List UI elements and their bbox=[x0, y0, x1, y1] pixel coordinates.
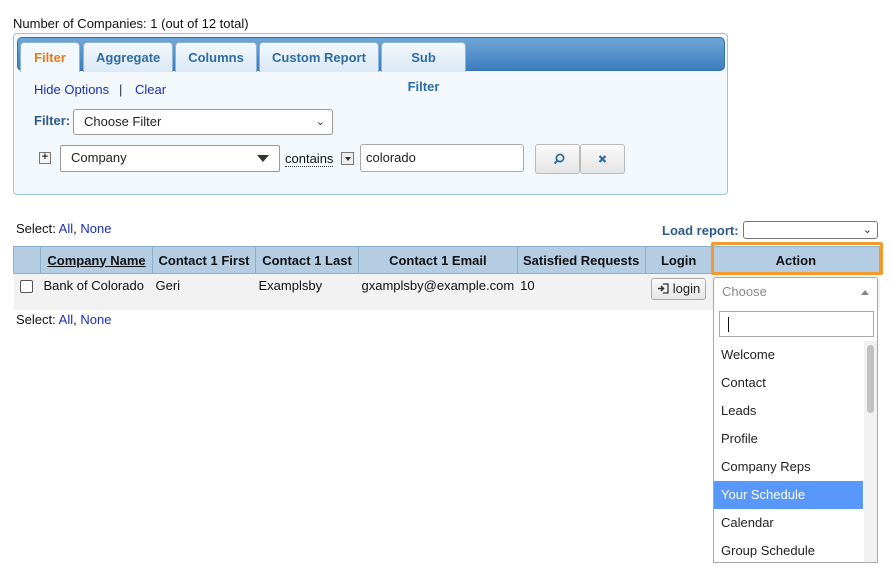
x-icon bbox=[598, 155, 607, 163]
sign-in-icon bbox=[658, 283, 669, 294]
column-header-company[interactable]: Company Name bbox=[40, 246, 153, 274]
option-welcome[interactable]: Welcome bbox=[714, 341, 863, 369]
tab-filter[interactable]: Filter bbox=[20, 42, 80, 72]
tab-sub-filter[interactable]: Sub Filter bbox=[381, 42, 466, 94]
select-comma: , bbox=[73, 312, 77, 327]
tab-bar: Filter Aggregate Columns Custom Report S… bbox=[17, 37, 725, 94]
option-contact[interactable]: Contact bbox=[714, 369, 863, 397]
column-header-contact-email[interactable]: Contact 1 Email bbox=[358, 246, 518, 274]
select-label: Select: bbox=[16, 312, 56, 327]
tab-aggregate[interactable]: Aggregate bbox=[83, 42, 173, 72]
column-header-contact-last[interactable]: Contact 1 Last bbox=[255, 246, 359, 274]
cell-requests: 10 bbox=[517, 273, 646, 310]
login-button-label: login bbox=[672, 281, 701, 296]
column-header-satisfied-requests[interactable]: Satisfied Requests bbox=[516, 246, 646, 274]
scroll-thumb[interactable] bbox=[867, 345, 874, 413]
field-select-value: Company bbox=[71, 150, 127, 165]
search-button[interactable] bbox=[535, 144, 580, 174]
caret-down-icon bbox=[257, 155, 269, 162]
option-leads[interactable]: Leads bbox=[714, 397, 863, 425]
filter-panel: Filter Aggregate Columns Custom Report S… bbox=[13, 33, 728, 195]
option-list: Welcome Contact Leads Profile Company Re… bbox=[714, 341, 863, 562]
operator-label[interactable]: contains bbox=[285, 151, 334, 167]
tab-columns[interactable]: Columns bbox=[175, 42, 257, 72]
company-count: Number of Companies: 1 (out of 12 total) bbox=[13, 16, 249, 31]
select-none-link[interactable]: None bbox=[80, 221, 111, 236]
action-dropdown-menu: Welcome Contact Leads Profile Company Re… bbox=[713, 305, 878, 563]
select-controls-top: Select: All, None bbox=[16, 221, 111, 236]
choose-filter-value: Choose Filter bbox=[84, 114, 162, 129]
select-comma: , bbox=[73, 221, 77, 236]
filter-value-input[interactable]: colorado bbox=[360, 144, 524, 172]
operator-dropdown-icon[interactable] bbox=[341, 152, 354, 165]
option-your-schedule[interactable]: Your Schedule bbox=[714, 481, 863, 509]
option-group-schedule[interactable]: Group Schedule bbox=[714, 537, 863, 562]
cell-first: Geri bbox=[152, 273, 256, 310]
filter-label: Filter: bbox=[34, 113, 71, 128]
action-select[interactable]: Choose bbox=[713, 277, 878, 306]
select-label: Select: bbox=[16, 221, 56, 236]
cell-email: gxamplsby@example.com bbox=[358, 273, 518, 310]
clear-link[interactable]: Clear bbox=[135, 82, 166, 97]
option-scrollbar[interactable] bbox=[864, 341, 877, 562]
options-separator: | bbox=[119, 82, 123, 97]
select-all-link[interactable]: All bbox=[59, 312, 73, 327]
action-select-placeholder: Choose bbox=[722, 284, 767, 299]
column-header-contact-first[interactable]: Contact 1 First bbox=[152, 246, 256, 274]
select-controls-bottom: Select: All, None bbox=[16, 312, 111, 327]
load-report-select[interactable]: ⌄ bbox=[743, 221, 878, 239]
load-report-label: Load report: bbox=[662, 223, 739, 238]
caret-up-icon bbox=[861, 290, 869, 295]
tab-custom-report[interactable]: Custom Report bbox=[259, 42, 379, 72]
option-profile[interactable]: Profile bbox=[714, 425, 863, 453]
action-column-highlight bbox=[711, 242, 883, 275]
column-header-login: Login bbox=[644, 246, 713, 274]
row-select-cell bbox=[13, 273, 41, 310]
chevron-down-icon: ⌄ bbox=[315, 116, 325, 128]
cell-login: login bbox=[645, 273, 713, 310]
select-column-header bbox=[13, 246, 41, 274]
login-button[interactable]: login bbox=[651, 278, 707, 300]
cell-last: Examplsby bbox=[255, 273, 359, 310]
select-none-link[interactable]: None bbox=[80, 312, 111, 327]
chevron-down-icon: ⌄ bbox=[862, 224, 872, 236]
choose-filter-select[interactable]: Choose Filter ⌄ bbox=[73, 109, 333, 135]
expand-plus-icon[interactable]: + bbox=[39, 152, 51, 164]
hide-options-link[interactable]: Hide Options bbox=[34, 82, 109, 97]
option-calendar[interactable]: Calendar bbox=[714, 509, 863, 537]
select-all-link[interactable]: All bbox=[59, 221, 73, 236]
dropdown-search-input[interactable] bbox=[719, 311, 874, 337]
row-checkbox[interactable] bbox=[19, 280, 33, 293]
option-company-reps[interactable]: Company Reps bbox=[714, 453, 863, 481]
cell-company: Bank of Colorado bbox=[40, 273, 153, 310]
magnifier-icon bbox=[553, 153, 565, 165]
clear-filter-button[interactable] bbox=[580, 144, 625, 174]
field-select[interactable]: Company bbox=[60, 145, 280, 172]
